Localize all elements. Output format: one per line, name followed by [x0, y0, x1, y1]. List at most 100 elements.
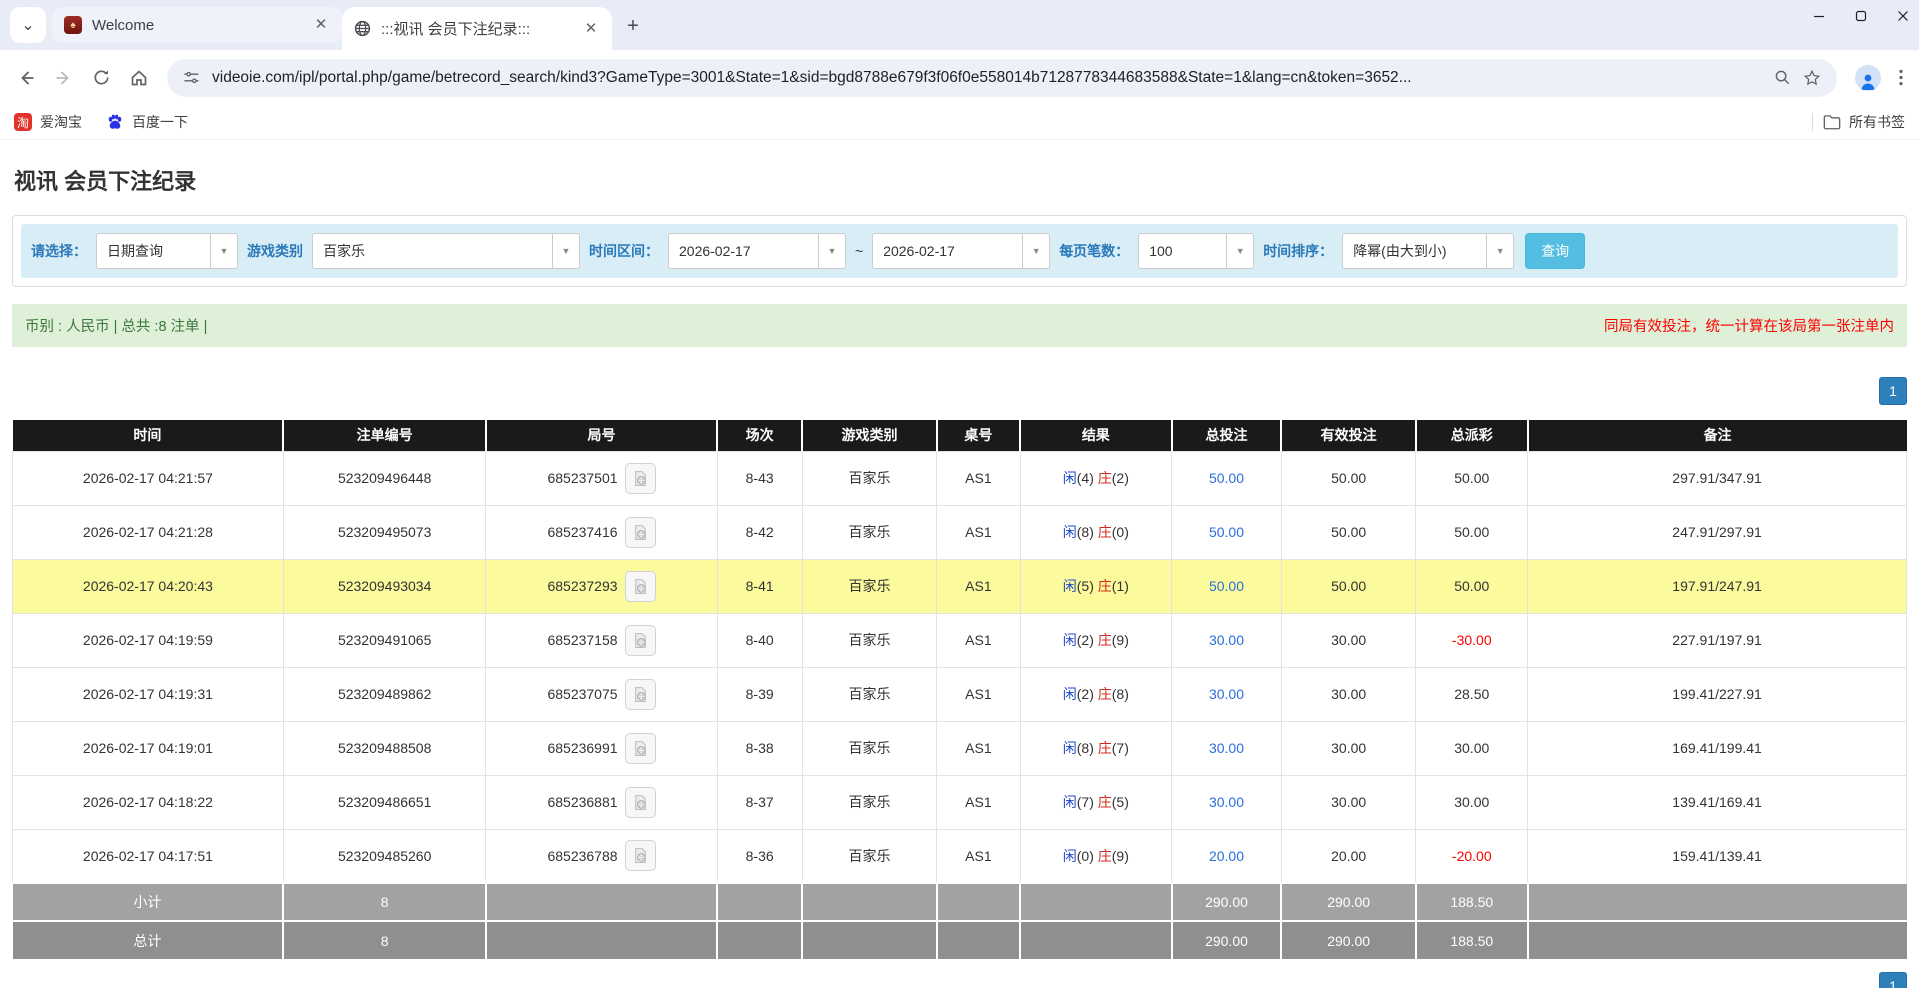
all-bookmarks[interactable]: 所有书签 [1823, 112, 1905, 132]
video-replay-button[interactable] [625, 625, 656, 656]
result-banker: 庄 [1098, 470, 1112, 486]
url-bar[interactable]: videoie.com/ipl/portal.php/game/betrecor… [167, 59, 1837, 97]
total-bet-link[interactable]: 50.00 [1209, 578, 1244, 594]
sort-label: 时间排序： [1263, 241, 1333, 261]
empty-cell [486, 921, 717, 959]
close-tab-icon[interactable]: ✕ [582, 20, 600, 38]
search-button[interactable]: 查询 [1525, 233, 1585, 269]
bookmarks-bar: 淘 爱淘宝 百度一下 所有书签 [0, 105, 1919, 140]
summary-bar: 币别 : 人民币 | 总共 :8 注单 | 同局有效投注，统一计算在该局第一张注… [12, 304, 1907, 347]
video-replay-button[interactable] [625, 679, 656, 710]
select-type-label: 请选择： [31, 241, 87, 261]
game-type-value: 百家乐 [313, 234, 552, 268]
new-tab-button[interactable]: + [618, 11, 648, 41]
payout-cell: 30.00 [1416, 721, 1528, 775]
caret-down-icon: ▼ [1486, 234, 1513, 268]
menu-kebab-icon[interactable] [1899, 69, 1903, 86]
close-icon[interactable] [1897, 10, 1909, 22]
game-type-label: 游戏类别 [247, 241, 303, 261]
date-from-select[interactable]: 2026-02-17 ▼ [668, 233, 846, 269]
bookmark-baidu[interactable]: 百度一下 [106, 112, 188, 132]
game-type-cell: 百家乐 [802, 613, 936, 667]
round-id: 685237293 [547, 578, 617, 594]
total-row: 总计 8 290.00 290.00 188.50 [13, 921, 1907, 959]
result-cell: 闲(8) 庄(0) [1020, 505, 1172, 559]
page-1-button[interactable]: 1 [1879, 377, 1907, 405]
result-banker: 庄 [1098, 794, 1112, 810]
video-replay-button[interactable] [625, 733, 656, 764]
total-bet-link[interactable]: 50.00 [1209, 524, 1244, 540]
total-bet-cell: 30.00 [1172, 775, 1282, 829]
tab-search-button[interactable]: ⌄ [10, 7, 46, 43]
restore-icon[interactable] [1855, 10, 1867, 22]
table-row: 2026-02-17 04:21:28 523209495073 6852374… [13, 505, 1907, 559]
sort-select[interactable]: 降幂(由大到小) ▼ [1342, 233, 1514, 269]
bet-id-cell: 523209495073 [283, 505, 486, 559]
result-cell: 闲(7) 庄(5) [1020, 775, 1172, 829]
bookmark-taobao[interactable]: 淘 爱淘宝 [14, 112, 82, 132]
total-bet-link[interactable]: 30.00 [1209, 794, 1244, 810]
reload-icon[interactable] [92, 68, 111, 87]
total-bet-link[interactable]: 30.00 [1209, 686, 1244, 702]
empty-cell [1020, 883, 1172, 921]
table-no-cell: AS1 [937, 667, 1020, 721]
all-bookmarks-label: 所有书签 [1849, 112, 1905, 132]
subtotal-payout: 188.50 [1416, 883, 1528, 921]
bet-id-cell: 523209485260 [283, 829, 486, 883]
game-type-select[interactable]: 百家乐 ▼ [312, 233, 580, 269]
tab-welcome[interactable]: ♠ Welcome ✕ [52, 7, 342, 43]
game-type-cell: 百家乐 [802, 505, 936, 559]
tab-title: :::视讯 会员下注纪录::: [381, 18, 572, 39]
table-row: 2026-02-17 04:20:43 523209493034 6852372… [13, 559, 1907, 613]
payout-cell: -20.00 [1416, 829, 1528, 883]
payout-value: 50.00 [1454, 524, 1489, 540]
valid-bet-cell: 30.00 [1281, 613, 1415, 667]
sort-value: 降幂(由大到小) [1343, 234, 1486, 268]
minimize-icon[interactable] [1813, 10, 1825, 22]
result-player: 闲 [1063, 794, 1077, 810]
total-bet-link[interactable]: 20.00 [1209, 848, 1244, 864]
round-cell: 685236881 [486, 775, 717, 829]
zoom-icon[interactable] [1774, 69, 1791, 86]
round-id: 685237416 [547, 524, 617, 540]
video-replay-button[interactable] [625, 517, 656, 548]
round-cell: 685237293 [486, 559, 717, 613]
table-header-row: 时间注单编号局号场次游戏类别桌号结果总投注有效投注总派彩备注 [13, 420, 1907, 451]
column-header: 游戏类别 [802, 420, 936, 451]
close-tab-icon[interactable]: ✕ [312, 16, 330, 34]
column-header: 场次 [717, 420, 802, 451]
video-replay-button[interactable] [625, 571, 656, 602]
total-bet-link[interactable]: 30.00 [1209, 632, 1244, 648]
plus-icon: + [627, 15, 639, 38]
valid-bet-cell: 30.00 [1281, 775, 1415, 829]
tab-betrecord[interactable]: :::视讯 会员下注纪录::: ✕ [342, 7, 612, 50]
back-icon[interactable] [16, 68, 36, 88]
round-cell: 685237501 [486, 451, 717, 505]
profile-avatar[interactable] [1855, 65, 1881, 91]
result-cell: 闲(0) 庄(9) [1020, 829, 1172, 883]
query-type-select[interactable]: 日期查询 ▼ [96, 233, 238, 269]
bet-id-cell: 523209496448 [283, 451, 486, 505]
video-replay-button[interactable] [625, 787, 656, 818]
page-1-button[interactable]: 1 [1879, 972, 1907, 988]
subtotal-valid-bet: 290.00 [1281, 883, 1415, 921]
bookmark-star-icon[interactable] [1803, 69, 1821, 87]
game-type-cell: 百家乐 [802, 829, 936, 883]
total-bet-link[interactable]: 50.00 [1209, 470, 1244, 486]
result-banker: 庄 [1098, 740, 1112, 756]
video-replay-button[interactable] [625, 840, 656, 871]
baidu-paw-icon [106, 113, 124, 131]
table-row: 2026-02-17 04:19:59 523209491065 6852371… [13, 613, 1907, 667]
column-header: 局号 [486, 420, 717, 451]
result-player: 闲 [1063, 740, 1077, 756]
video-replay-button[interactable] [625, 463, 656, 494]
table-no-cell: AS1 [937, 451, 1020, 505]
home-icon[interactable] [129, 68, 149, 88]
date-to-select[interactable]: 2026-02-17 ▼ [872, 233, 1050, 269]
forward-icon[interactable] [54, 68, 74, 88]
page-size-select[interactable]: 100 ▼ [1138, 233, 1254, 269]
tune-icon[interactable] [183, 69, 200, 86]
remark-cell: 197.91/247.91 [1528, 559, 1907, 613]
url-text[interactable]: videoie.com/ipl/portal.php/game/betrecor… [212, 69, 1762, 87]
total-bet-link[interactable]: 30.00 [1209, 740, 1244, 756]
